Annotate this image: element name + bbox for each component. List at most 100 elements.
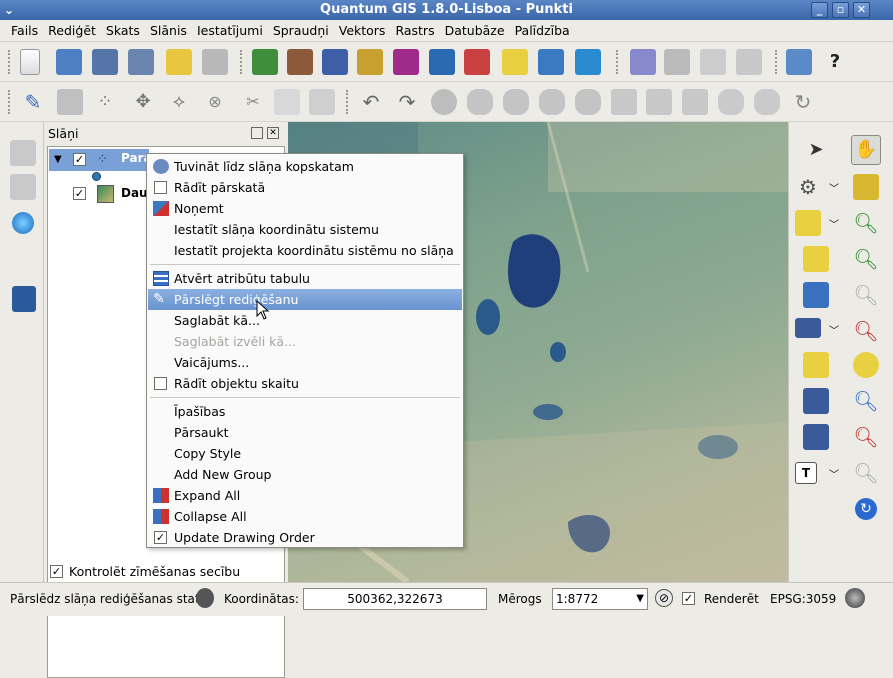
menu-vektors[interactable]: Vektors (334, 20, 391, 42)
chevron-down-icon[interactable]: ﹀ (829, 216, 839, 231)
identify-cursor-icon[interactable]: ➤ (803, 137, 829, 163)
close-button[interactable]: ✕ (853, 2, 870, 18)
toolbar-grip[interactable] (8, 90, 14, 114)
redo-icon[interactable]: ↷ (394, 89, 420, 115)
menu-item-copy-style[interactable]: Copy Style (148, 443, 462, 464)
toolbar-grip[interactable] (775, 50, 781, 74)
delete-part-icon[interactable] (575, 89, 601, 115)
zoom-to-full-icon[interactable]: 🔍︎ (853, 282, 879, 308)
progress-toggle-icon[interactable] (196, 588, 214, 608)
open-project-icon[interactable] (56, 49, 82, 75)
undo-icon[interactable]: ↶ (358, 89, 384, 115)
merge-attributes-icon[interactable] (754, 89, 780, 115)
pan-to-selection-icon[interactable] (853, 174, 879, 200)
new-print-composer-icon[interactable] (166, 49, 192, 75)
menu-slanis[interactable]: Slānis (145, 20, 192, 42)
menu-iestatijumi[interactable]: Iestatījumi (192, 20, 268, 42)
render-checkbox[interactable]: ✓ (682, 592, 695, 605)
merge-features-icon[interactable] (718, 89, 744, 115)
save-edits-icon[interactable] (57, 89, 83, 115)
add-ring-icon[interactable] (467, 89, 493, 115)
toggle-editing-icon[interactable]: ✎ (20, 89, 46, 115)
menu-item-rename[interactable]: Pārsaukt (148, 422, 462, 443)
zoom-last-icon[interactable]: 🔍︎ (853, 388, 879, 414)
refresh-icon[interactable]: ↻ (855, 498, 877, 520)
collapse-arrow-icon[interactable]: ▼ (54, 154, 62, 165)
save-as-icon[interactable] (128, 49, 154, 75)
menu-palidziba[interactable]: Palīdzība (510, 20, 575, 42)
attribute-table-icon[interactable] (803, 282, 829, 308)
paste-features-icon[interactable] (309, 89, 335, 115)
deselect-icon[interactable] (803, 246, 829, 272)
select-feature-icon[interactable] (795, 210, 821, 236)
add-vector-layer-icon[interactable] (252, 49, 278, 75)
measure-line-icon[interactable] (10, 140, 36, 166)
new-project-icon[interactable] (20, 49, 40, 75)
layer-visibility-checkbox[interactable]: ✓ (73, 153, 86, 166)
cut-features-icon[interactable]: ✂ (240, 89, 266, 115)
menu-item-show-feature-count[interactable]: Rādīt objektu skaitu (148, 373, 462, 394)
globe-icon[interactable] (12, 212, 34, 234)
add-part-icon[interactable] (503, 89, 529, 115)
overview-checkbox[interactable] (154, 181, 167, 194)
chevron-down-icon[interactable]: ﹀ (829, 322, 839, 337)
label-tool-icon[interactable] (664, 49, 690, 75)
float-panel-icon[interactable] (251, 127, 263, 139)
add-wms-layer-icon[interactable] (429, 49, 455, 75)
menu-item-show-in-overview[interactable]: Rādīt pārskatā (148, 177, 462, 198)
add-wcs-layer-icon[interactable] (464, 49, 490, 75)
node-tool-icon[interactable]: ⟡ (166, 89, 192, 115)
show-bookmarks-icon[interactable] (803, 424, 829, 450)
reshape-features-icon[interactable] (611, 89, 637, 115)
menu-item-update-drawing-order[interactable]: ✓ Update Drawing Order (148, 527, 462, 548)
new-shapefile-icon[interactable] (502, 49, 528, 75)
menu-item-collapse-all[interactable]: Collapse All (148, 506, 462, 527)
menu-item-open-attribute-table[interactable]: Atvērt atribūtu tabulu (148, 268, 462, 289)
database-icon[interactable] (12, 286, 36, 312)
zoom-to-selection-icon[interactable] (853, 352, 879, 378)
scale-combobox[interactable]: 1:8772 ▼ (552, 588, 648, 610)
print-icon[interactable] (202, 49, 228, 75)
chevron-down-icon[interactable]: ▼ (636, 589, 644, 609)
whats-this-icon[interactable]: ? (822, 49, 848, 75)
toolbar-grip[interactable] (240, 50, 246, 74)
menu-datubaze[interactable]: Datubāze (440, 20, 510, 42)
text-annotation-icon[interactable]: T (795, 462, 817, 484)
zoom-next-icon[interactable]: 🔍︎ (853, 424, 879, 450)
render-order-checkbox[interactable]: ✓ (50, 565, 63, 578)
menu-rastrs[interactable]: Rastrs (390, 20, 439, 42)
window-menu-icon[interactable]: ⌄ (4, 0, 14, 20)
menu-item-remove[interactable]: Noņemt (148, 198, 462, 219)
menu-rediget[interactable]: Rediģēt (43, 20, 101, 42)
menu-item-properties[interactable]: Īpašības (148, 401, 462, 422)
pan-hand-icon[interactable]: ✋ (851, 135, 881, 165)
add-postgis-layer-icon[interactable] (322, 49, 348, 75)
chevron-down-icon[interactable]: ﹀ (829, 180, 839, 195)
menu-item-set-project-crs[interactable]: Iestatīt projekta koordinātu sistēmu no … (148, 240, 462, 261)
minimize-button[interactable]: _ (811, 2, 828, 18)
crs-status[interactable]: EPSG:3059 (770, 592, 836, 606)
zoom-out-icon[interactable]: 🔍︎ (853, 246, 879, 272)
pin-label-icon[interactable] (700, 49, 726, 75)
menu-fails[interactable]: Fails (6, 20, 43, 42)
offset-curve-icon[interactable] (646, 89, 672, 115)
measure-icon[interactable] (795, 318, 821, 338)
maximize-button[interactable]: ▫ (832, 2, 849, 18)
move-label-icon[interactable] (736, 49, 762, 75)
menu-item-save-as[interactable]: Saglabāt kā... (148, 310, 462, 331)
toolbar-grip[interactable] (346, 90, 352, 114)
add-mssql-layer-icon[interactable] (393, 49, 419, 75)
split-features-icon[interactable] (682, 89, 708, 115)
remove-layer-icon[interactable] (538, 49, 564, 75)
zoom-to-layer-icon[interactable]: 🔍︎ (853, 318, 879, 344)
delete-selected-icon[interactable]: ⊗ (202, 89, 228, 115)
add-raster-layer-icon[interactable] (287, 49, 313, 75)
menu-item-toggle-editing[interactable]: ✎ Pārslēgt rediģēšanu (148, 289, 462, 310)
menu-item-expand-all[interactable]: Expand All (148, 485, 462, 506)
map-tips-icon[interactable] (803, 352, 829, 378)
layer-row[interactable]: ✓ Daug (49, 183, 156, 205)
crs-globe-icon[interactable] (845, 588, 865, 608)
menu-item-query[interactable]: Vaicājums... (148, 352, 462, 373)
stop-render-icon[interactable]: ⊘ (655, 589, 673, 607)
simplify-feature-icon[interactable] (431, 89, 457, 115)
